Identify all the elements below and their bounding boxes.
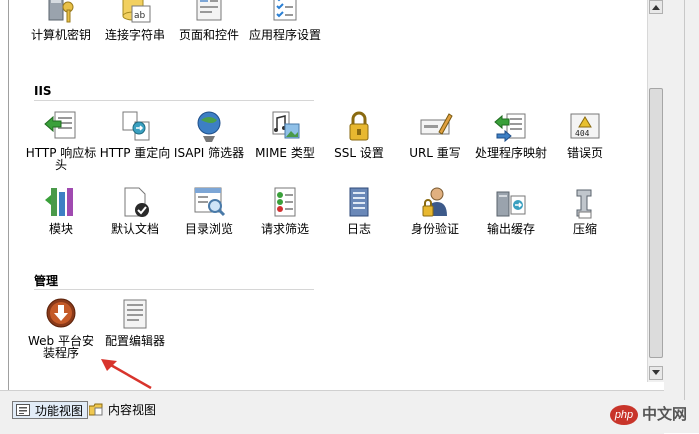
- http-response-headers-icon: [43, 110, 79, 144]
- feature-isapi-filters[interactable]: ISAPI 筛选器: [173, 110, 245, 159]
- scroll-up-button[interactable]: [649, 0, 663, 14]
- feature-mime-types[interactable]: MIME 类型: [249, 110, 321, 159]
- feature-label: 模块: [48, 222, 73, 236]
- error-pages-icon: 404: [567, 110, 603, 144]
- default-document-icon: [117, 186, 153, 220]
- logging-icon: [341, 186, 377, 220]
- annotation-arrow-icon: [101, 359, 152, 390]
- feature-label: 压缩: [572, 222, 597, 236]
- feature-modules[interactable]: 模块: [25, 186, 97, 235]
- right-panel-edge: [664, 0, 699, 433]
- content-view-tab[interactable]: 内容视图: [86, 401, 160, 419]
- feature-label: 页面和控件: [178, 28, 239, 42]
- configuration-editor-icon: [117, 298, 153, 332]
- modules-icon: [43, 186, 79, 220]
- scroll-down-button[interactable]: [649, 366, 663, 380]
- group-header-iis: IIS: [34, 84, 52, 98]
- feature-label: 连接字符串: [104, 28, 165, 42]
- request-filtering-icon: [267, 186, 303, 220]
- chevron-down-icon: [652, 370, 660, 375]
- features-view-tab[interactable]: 功能视图: [12, 401, 89, 419]
- group-divider: [34, 289, 314, 290]
- feature-label: MIME 类型: [255, 146, 315, 160]
- feature-label: HTTP 重定向: [99, 146, 171, 160]
- feature-label: 输出缓存: [486, 222, 535, 236]
- mime-types-icon: [267, 110, 303, 144]
- feature-connection-strings[interactable]: ab 连接字符串: [99, 0, 171, 41]
- feature-compression[interactable]: 压缩: [549, 186, 621, 235]
- feature-label: 处理程序映射: [475, 146, 548, 160]
- svg-text:404: 404: [575, 129, 590, 138]
- feature-label: URL 重写: [409, 146, 461, 160]
- feature-machine-key[interactable]: 计算机密钥: [25, 0, 97, 41]
- connection-strings-icon: ab: [117, 0, 153, 26]
- feature-label: 日志: [346, 222, 371, 236]
- feature-configuration-editor[interactable]: 配置编辑器: [99, 298, 171, 347]
- feature-label: 计算机密钥: [30, 28, 91, 42]
- feature-default-document[interactable]: 默认文档: [99, 186, 171, 235]
- feature-app-settings[interactable]: 应用程序设置: [249, 0, 321, 41]
- chevron-up-icon: [652, 5, 660, 10]
- output-caching-icon: [493, 186, 529, 220]
- feature-label: 配置编辑器: [104, 334, 165, 348]
- pages-controls-icon: [191, 0, 227, 26]
- feature-web-platform-installer[interactable]: Web 平台安装程序: [25, 298, 97, 359]
- feature-ssl-settings[interactable]: SSL 设置: [323, 110, 395, 159]
- app-settings-icon: [267, 0, 303, 26]
- svg-text:ab: ab: [134, 11, 146, 21]
- feature-http-response-headers[interactable]: HTTP 响应标头: [25, 110, 97, 171]
- authentication-icon: [417, 186, 453, 220]
- feature-pages-controls[interactable]: 页面和控件: [173, 0, 245, 41]
- ssl-lock-icon: [341, 110, 377, 144]
- feature-label: 身份验证: [410, 222, 459, 236]
- feature-label: 请求筛选: [260, 222, 309, 236]
- features-view-icon: [16, 404, 30, 416]
- feature-request-filtering[interactable]: 请求筛选: [249, 186, 321, 235]
- feature-url-rewrite[interactable]: URL 重写: [399, 110, 471, 159]
- feature-http-redirect[interactable]: HTTP 重定向: [99, 110, 171, 159]
- feature-label: HTTP 响应标头: [25, 146, 97, 172]
- feature-directory-browsing[interactable]: 目录浏览: [173, 186, 245, 235]
- watermark-logo: php: [610, 405, 638, 425]
- watermark-text: 中文网: [642, 406, 688, 423]
- vertical-scrollbar[interactable]: [647, 0, 664, 382]
- web-platform-installer-icon: [43, 298, 79, 332]
- feature-label: 目录浏览: [184, 222, 233, 236]
- feature-label: 错误页: [566, 146, 603, 160]
- feature-handler-mappings[interactable]: 处理程序映射: [475, 110, 547, 159]
- url-rewrite-icon: [417, 110, 453, 144]
- http-redirect-icon: [117, 110, 153, 144]
- feature-label: SSL 设置: [334, 146, 384, 160]
- compression-icon: [567, 186, 603, 220]
- features-view-label: 功能视图: [35, 404, 84, 418]
- feature-label: ISAPI 筛选器: [173, 146, 245, 160]
- handler-mappings-icon: [493, 110, 529, 144]
- feature-label: Web 平台安装程序: [28, 334, 94, 360]
- group-header-manage: 管理: [34, 274, 59, 288]
- view-switcher-bar: 功能视图 内容视图: [0, 390, 664, 434]
- isapi-filters-icon: [191, 110, 227, 144]
- machine-key-icon: [43, 0, 79, 26]
- feature-error-pages[interactable]: 404 错误页: [549, 110, 621, 159]
- content-view-icon: [89, 403, 103, 416]
- feature-label: 默认文档: [110, 222, 159, 236]
- directory-browsing-icon: [191, 186, 227, 220]
- features-pane: 计算机密钥 ab 连接字符串 页面和控件 应用程序设置 IIS HTTP 响应标…: [9, 0, 647, 382]
- feature-logging[interactable]: 日志: [323, 186, 395, 235]
- group-divider: [34, 100, 314, 101]
- content-view-label: 内容视图: [108, 403, 157, 417]
- watermark: php 中文网: [610, 402, 698, 428]
- scroll-thumb[interactable]: [649, 88, 663, 358]
- feature-output-caching[interactable]: 输出缓存: [475, 186, 547, 235]
- feature-label: 应用程序设置: [249, 28, 322, 42]
- feature-authentication[interactable]: 身份验证: [399, 186, 471, 235]
